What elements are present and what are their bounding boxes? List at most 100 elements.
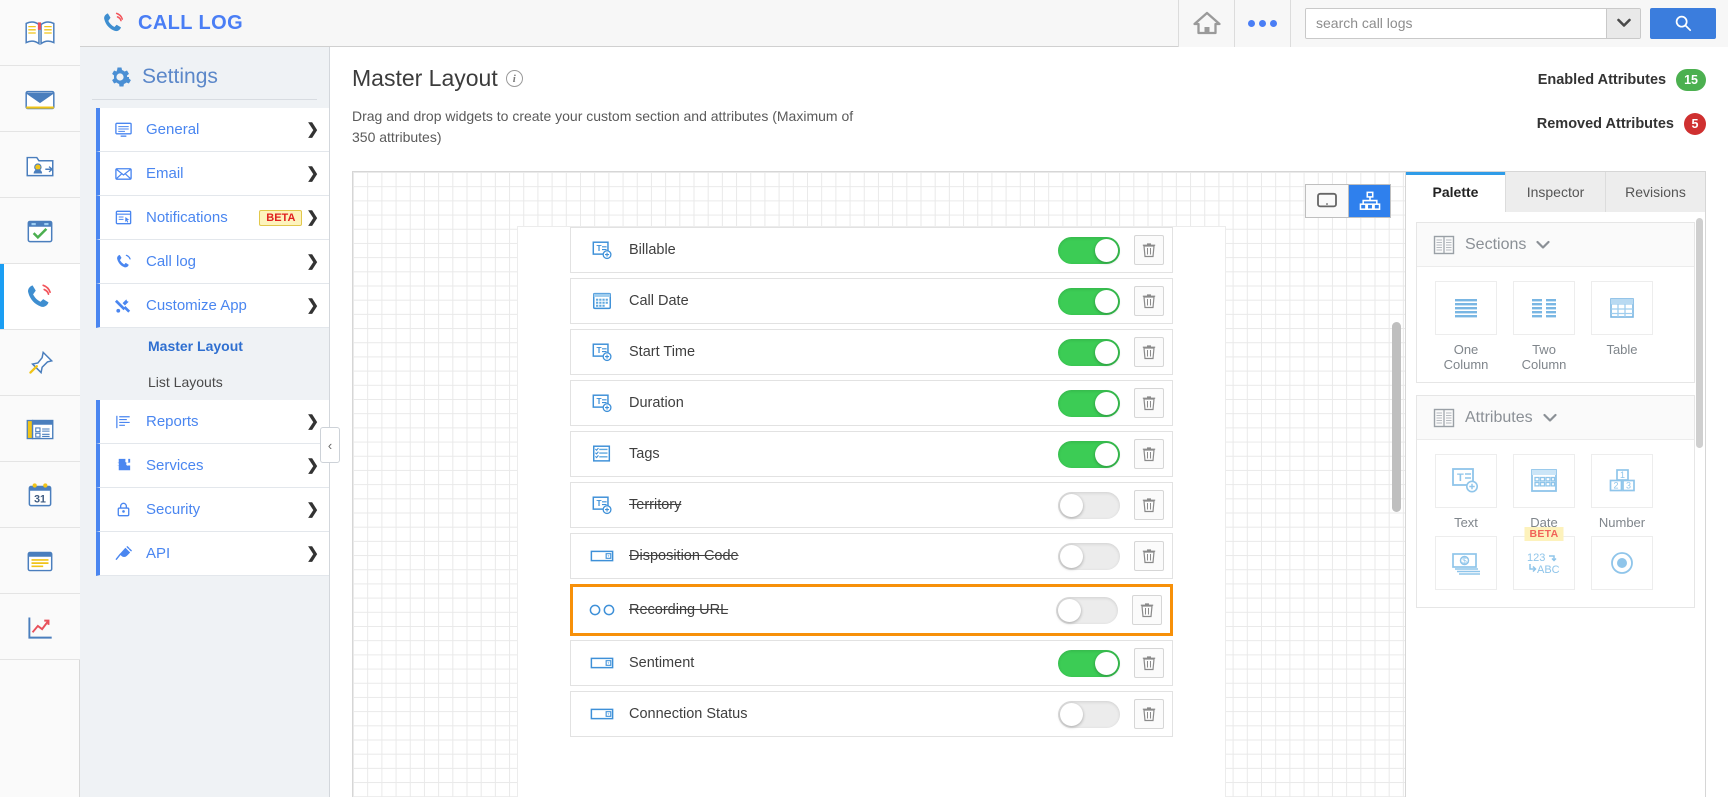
tab-inspector[interactable]: Inspector (1506, 172, 1606, 212)
delete-attribute-button[interactable] (1134, 490, 1164, 520)
sidebar-item-services[interactable]: Services ❯ (96, 444, 329, 488)
tab-label: Palette (1432, 184, 1479, 200)
palette-item-currency[interactable]: $ (1431, 536, 1501, 597)
delete-attribute-button[interactable] (1134, 439, 1164, 469)
attribute-name: Billable (629, 242, 676, 258)
palette-item-number[interactable]: 123 Number (1587, 454, 1657, 530)
sidebar-subitem-master-layout[interactable]: Master Layout (96, 328, 329, 364)
attribute-row-billable[interactable]: T Billable (570, 227, 1173, 273)
call-log-brand-icon (104, 12, 124, 32)
cards-icon (26, 419, 54, 439)
delete-attribute-button[interactable] (1134, 388, 1164, 418)
palette-group-header[interactable]: Sections (1417, 223, 1694, 267)
calendar-icon: 31 (28, 482, 52, 506)
attribute-toggle[interactable] (1058, 542, 1120, 570)
delete-attribute-button[interactable] (1134, 541, 1164, 571)
attribute-row-call-date[interactable]: Call Date (570, 278, 1173, 324)
delete-attribute-button[interactable] (1134, 648, 1164, 678)
svg-text:$: $ (1462, 557, 1467, 566)
attribute-toggle[interactable] (1058, 649, 1120, 677)
rail-item-pinned[interactable] (0, 330, 80, 396)
delete-attribute-button[interactable] (1134, 699, 1164, 729)
more-menu-button[interactable] (1234, 0, 1290, 47)
desktop-icon (1317, 192, 1337, 208)
attribute-name: Tags (629, 446, 660, 462)
canvas-scrollbar[interactable] (1392, 322, 1401, 512)
attribute-toggle[interactable] (1058, 440, 1120, 468)
attribute-row-sentiment[interactable]: Sentiment (570, 640, 1173, 686)
attribute-name: Start Time (629, 344, 696, 360)
attribute-row-territory[interactable]: T Territory (570, 482, 1173, 528)
attribute-toggle[interactable] (1058, 287, 1120, 315)
rail-item-cards[interactable] (0, 396, 80, 462)
delete-attribute-button[interactable] (1132, 595, 1162, 625)
toggle-knob (1095, 651, 1118, 675)
search-scope-dropdown[interactable] (1606, 8, 1640, 38)
sidebar-item-security[interactable]: Security ❯ (96, 488, 329, 532)
info-icon[interactable]: i (505, 70, 523, 87)
rail-item-calendar[interactable]: 31 (0, 462, 80, 528)
attribute-row-start-time[interactable]: T Start Time (570, 329, 1173, 375)
attribute-row-recording-url[interactable]: Recording URL (570, 584, 1173, 636)
attribute-toggle[interactable] (1058, 700, 1120, 728)
sidebar-item-general[interactable]: General ❯ (96, 108, 329, 152)
rail-item-tasks[interactable] (0, 198, 80, 264)
attribute-row-disposition-code[interactable]: Disposition Code (570, 533, 1173, 579)
attribute-toggle[interactable] (1056, 596, 1118, 624)
notification-icon (112, 208, 134, 227)
attribute-toggle[interactable] (1058, 236, 1120, 264)
sidebar-subitem-list-layouts[interactable]: List Layouts (96, 364, 329, 400)
desktop-view-button[interactable] (1306, 185, 1348, 217)
palette-item-table[interactable]: Table (1587, 281, 1657, 372)
search-field[interactable] (1305, 7, 1641, 39)
palette-item-date[interactable]: Date (1509, 454, 1579, 530)
design-canvas[interactable]: T Billable Call Date T Start Time T Dura… (353, 172, 1405, 797)
toggle-knob (1095, 442, 1118, 466)
attribute-row-connection-status[interactable]: Connection Status (570, 691, 1173, 737)
palette-item-radio[interactable] (1587, 536, 1657, 597)
rail-item-analytics[interactable] (0, 594, 80, 660)
search-button[interactable] (1650, 7, 1716, 39)
palette-item-two-column[interactable]: Two Column (1509, 281, 1579, 372)
settings-menu: General ❯ Email ❯ Notifications BETA ❯ C… (80, 108, 329, 576)
delete-attribute-button[interactable] (1134, 337, 1164, 367)
rail-item-notebook[interactable] (0, 0, 80, 66)
search-input[interactable] (1306, 8, 1606, 38)
palette-item-text[interactable]: T Text (1431, 454, 1501, 530)
attribute-toggle[interactable] (1058, 338, 1120, 366)
brand[interactable]: CALL LOG (80, 0, 1178, 46)
home-icon (1192, 11, 1221, 35)
structure-view-button[interactable] (1348, 185, 1390, 217)
sidebar-item-notifications[interactable]: Notifications BETA ❯ (96, 196, 329, 240)
rail-item-notes[interactable] (0, 528, 80, 594)
rail-item-call-log[interactable] (0, 264, 80, 330)
attribute-toggle[interactable] (1058, 491, 1120, 519)
radio-icon (1591, 536, 1653, 590)
chevron-right-icon: ❯ (306, 501, 319, 518)
sidebar-item-email[interactable]: Email ❯ (96, 152, 329, 196)
attribute-toggle[interactable] (1058, 389, 1120, 417)
delete-attribute-button[interactable] (1134, 286, 1164, 316)
palette-item-lookup[interactable]: BETA 123 ABC (1509, 527, 1579, 597)
sidebar-item-label: Call log (146, 253, 197, 270)
attribute-row-tags[interactable]: Tags (570, 431, 1173, 477)
palette-group-header[interactable]: Attributes (1417, 396, 1694, 440)
palette-item-one-column[interactable]: One Column (1431, 281, 1501, 372)
palette-item-label: Two Column (1521, 342, 1567, 372)
sidebar-collapse-handle[interactable]: ‹ (320, 427, 340, 463)
home-button[interactable] (1178, 0, 1234, 47)
mail-icon (25, 90, 55, 109)
attribute-row-duration[interactable]: T Duration (570, 380, 1173, 426)
rail-item-email[interactable] (0, 66, 80, 132)
sidebar-item-reports[interactable]: Reports ❯ (96, 400, 329, 444)
sidebar-item-api[interactable]: API ❯ (96, 532, 329, 576)
tab-revisions[interactable]: Revisions (1606, 172, 1705, 212)
sidebar-item-customize-app[interactable]: Customize App ❯ (96, 284, 329, 328)
rail-item-contacts[interactable] (0, 132, 80, 198)
delete-attribute-button[interactable] (1134, 235, 1164, 265)
sections-icon (1433, 235, 1455, 254)
sidebar-item-call-log[interactable]: Call log ❯ (96, 240, 329, 284)
palette-scrollbar[interactable] (1696, 218, 1703, 448)
tab-palette[interactable]: Palette (1406, 172, 1506, 212)
text-field-icon: T (589, 392, 615, 414)
